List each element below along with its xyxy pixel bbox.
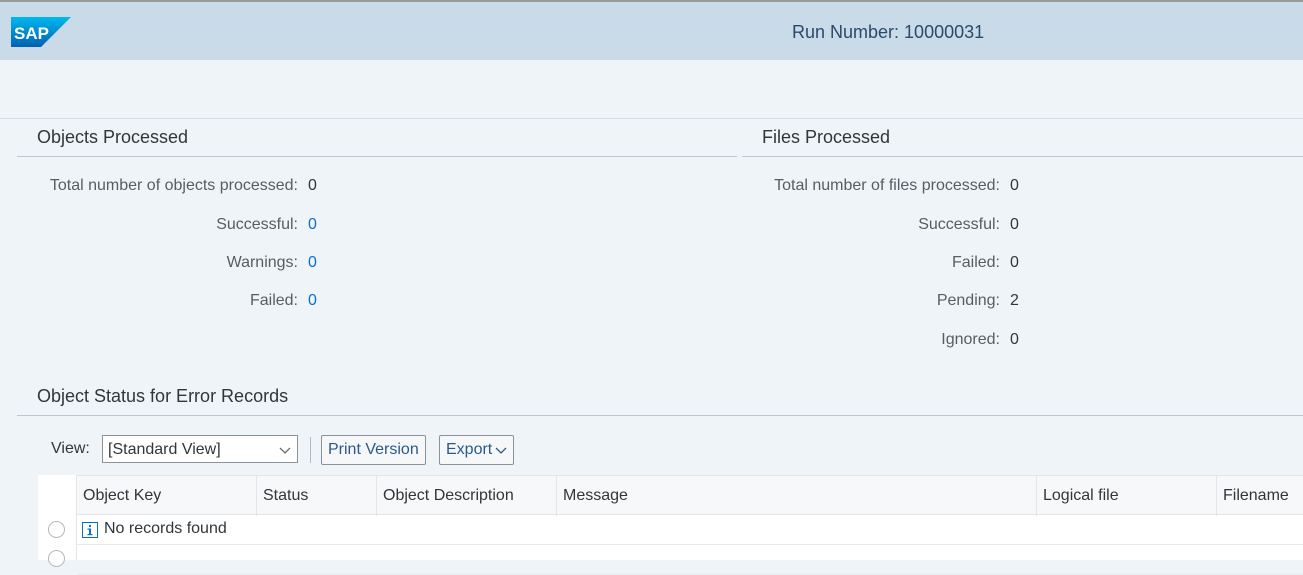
section-rule (17, 156, 737, 157)
files-ignored-value: 0 (1010, 331, 1019, 348)
column-header-filename[interactable]: Filename (1216, 476, 1303, 516)
divider (0, 118, 1303, 119)
section-rule (742, 156, 1303, 157)
files-failed-label: Failed: (951, 254, 1000, 271)
shell-header: SAP Run Number: 10000031 (0, 2, 1303, 60)
export-label: Export (446, 441, 493, 458)
view-label: View: (51, 440, 90, 457)
error-records-table: Object Key Status Object Description Mes… (38, 475, 1303, 575)
column-header-status[interactable]: Status (256, 476, 376, 516)
page-title: Run Number: 10000031 (792, 22, 985, 42)
error-records-title: Object Status for Error Records (37, 386, 289, 406)
files-ignored-label: Ignored: (941, 331, 1000, 348)
print-version-label: Print Version (328, 441, 419, 458)
chevron-down-icon (279, 447, 291, 454)
table-row (77, 545, 1303, 575)
files-processed-title: Files Processed (762, 127, 891, 147)
chevron-down-icon (495, 447, 507, 454)
view-select[interactable]: [Standard View] (102, 435, 298, 463)
files-pending-row: Pending: (0, 291, 1000, 311)
info-icon (82, 522, 98, 538)
objects-processed-title: Objects Processed (37, 127, 189, 147)
table-header: Object Key Status Object Description Mes… (38, 475, 1303, 516)
section-rule (17, 415, 1303, 416)
column-header-object-key[interactable]: Object Key (76, 476, 256, 516)
view-select-value: [Standard View] (108, 441, 221, 458)
print-version-button[interactable]: Print Version (321, 435, 426, 465)
no-records-message: No records found (104, 520, 227, 537)
column-header-object-description[interactable]: Object Description (376, 476, 556, 516)
files-total-value: 0 (1010, 177, 1019, 194)
files-pending-value: 2 (1010, 292, 1019, 309)
files-failed-value: 0 (1010, 254, 1019, 271)
files-successful-row: Successful: (0, 215, 1000, 235)
files-total-label: Total number of files processed: (774, 177, 1000, 194)
files-successful-value: 0 (1010, 216, 1019, 233)
selection-column (38, 475, 77, 567)
files-ignored-row: Ignored: (0, 330, 1000, 350)
logo-text: SAP (14, 24, 49, 43)
files-successful-label: Successful: (918, 216, 1000, 233)
files-total-row: Total number of files processed: (0, 176, 1000, 196)
row-select-radio[interactable] (48, 521, 65, 538)
files-failed-row: Failed: (0, 253, 1000, 273)
sap-logo[interactable]: SAP (11, 17, 71, 47)
table-row: No records found (77, 515, 1303, 545)
export-button[interactable]: Export (439, 435, 515, 465)
toolbar-separator (310, 437, 311, 463)
files-pending-label: Pending: (936, 292, 1000, 309)
column-header-logical-file[interactable]: Logical file (1036, 476, 1216, 516)
row-select-radio[interactable] (48, 550, 65, 567)
column-header-message[interactable]: Message (556, 476, 1036, 516)
